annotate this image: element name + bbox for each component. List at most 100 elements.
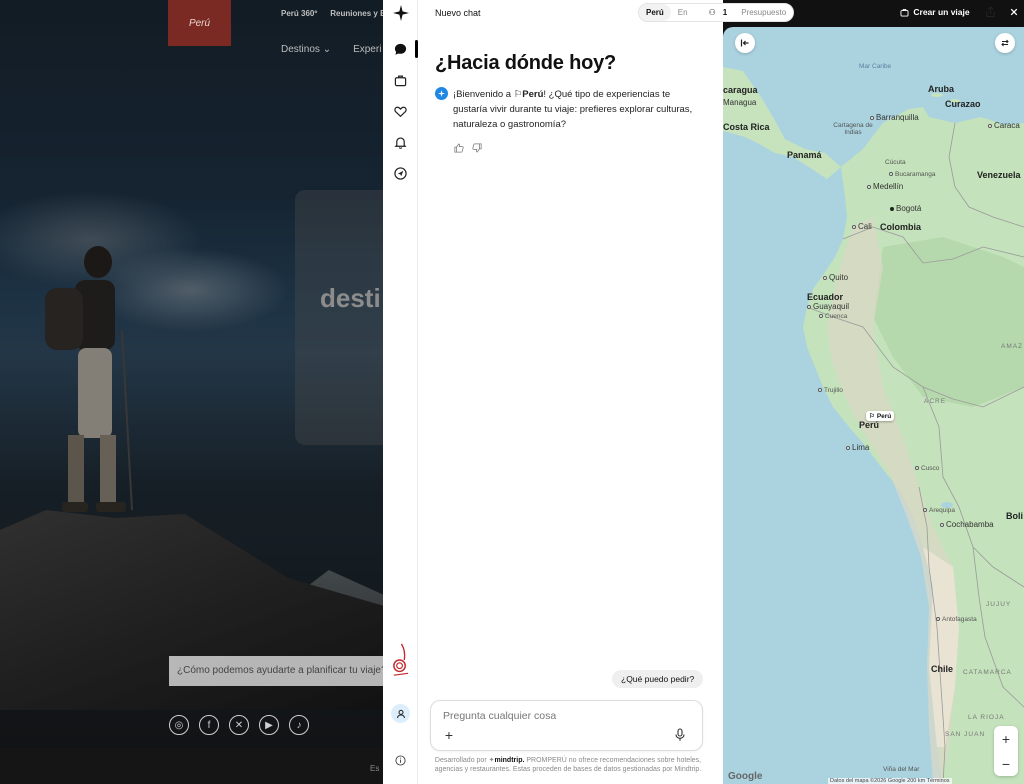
city-dot <box>889 172 893 177</box>
map-pin-peru[interactable]: ⚐ Perú <box>866 411 895 421</box>
city-dot <box>867 184 871 189</box>
add-attachment-button[interactable]: + <box>441 727 457 743</box>
dates-pill[interactable]: En <box>671 4 695 21</box>
info-icon[interactable] <box>391 751 410 770</box>
suitcase-icon[interactable] <box>391 71 410 90</box>
destination-pill[interactable]: Perú <box>639 4 671 21</box>
thumbs-up-icon[interactable] <box>454 140 464 158</box>
map-label-acre: ACRE <box>924 398 947 405</box>
collapse-left-icon <box>740 39 749 47</box>
collapse-map-button[interactable] <box>735 33 755 53</box>
map-label-ecuador: Ecuador <box>807 292 844 302</box>
avatar[interactable] <box>391 704 410 723</box>
tiktok-icon[interactable]: ♪ <box>289 715 309 735</box>
map-attribution[interactable]: Datos del mapa ©2026 Google 200 km Térmi… <box>828 778 952 784</box>
page-title: ¿Hacia dónde hoy? <box>435 52 617 74</box>
mindtrip-brand[interactable]: mindtrip. <box>494 757 524 764</box>
facebook-icon[interactable]: f <box>199 715 219 735</box>
zoom-out-button[interactable]: − <box>994 751 1018 776</box>
city-dot <box>846 445 850 450</box>
map-label-cochabamba: Cochabamba <box>940 520 994 529</box>
bell-icon[interactable] <box>391 133 410 152</box>
nav-destinations[interactable]: Destinos ⌄ <box>281 44 331 55</box>
map-label-jujuy: JUJUY <box>986 601 1012 608</box>
assistant-message: ¡Bienvenido a ⚐Perú! ¿Qué tipo de experi… <box>435 87 705 132</box>
map-label-vina-del-mar: Viña del Mar <box>883 766 920 773</box>
map-label-la-rioja: LA RIOJA <box>968 714 1005 721</box>
zoom-controls: + − <box>994 726 1018 776</box>
message-place-link[interactable]: Perú <box>522 89 543 100</box>
city-dot <box>852 224 856 229</box>
site-logo[interactable]: Perú <box>168 0 231 46</box>
thumbs-down-icon[interactable] <box>472 140 482 158</box>
flag-icon: ⚐ <box>869 413 875 420</box>
chat-icon[interactable] <box>391 40 410 59</box>
map-label-cusco: Cusco <box>915 465 939 472</box>
map-label-costa-rica: Costa Rica <box>723 122 770 132</box>
caracas-text: Caraca <box>994 121 1020 130</box>
heart-icon[interactable] <box>391 102 410 121</box>
guayaquil-text: Guayaquil <box>813 302 850 311</box>
quito-text: Quito <box>829 273 849 282</box>
nav-meetings[interactable]: Reuniones y E <box>330 9 384 18</box>
trip-filter-pills: Perú En ⚇ 1 Presupuesto <box>638 3 795 22</box>
city-dot <box>940 522 944 527</box>
nav-experiences[interactable]: Experi <box>353 44 381 55</box>
map-label-curazao: Curazao <box>945 99 981 109</box>
map-label-caracas: Caraca <box>988 121 1020 130</box>
chat-panel: Nuevo chat ¿Hacia dónde hoy? ¡Bienvenido… <box>418 0 723 784</box>
map-settings-button[interactable] <box>995 33 1015 53</box>
plus-icon: + <box>444 727 454 743</box>
youtube-icon[interactable]: ▶ <box>259 715 279 735</box>
bogota-text: Bogotá <box>896 204 922 213</box>
microphone-icon[interactable] <box>674 728 688 742</box>
sparkle-icon[interactable] <box>391 3 410 22</box>
x-icon[interactable]: ✕ <box>229 715 249 735</box>
city-dot <box>807 304 811 309</box>
map-label-chile: Chile <box>931 664 954 674</box>
nav-destinations-label: Destinos <box>281 44 320 55</box>
chevron-down-icon: ⌄ <box>322 44 332 55</box>
google-logo: Google <box>728 771 763 782</box>
disclaimer: Desarrollado por ✦mindtrip. PROMPERÚ no … <box>433 756 703 774</box>
map-label-cucuta: Cúcuta <box>885 159 906 166</box>
nav-peru-360[interactable]: Perú 360º <box>281 9 317 18</box>
close-button[interactable] <box>1005 3 1023 21</box>
map-label-aruba: Aruba <box>928 84 955 94</box>
city-dot <box>823 275 827 280</box>
suggestion-chip[interactable]: ¿Qué puedo pedir? <box>612 670 704 688</box>
chat-input[interactable] <box>443 709 683 723</box>
map-pin-label: Perú <box>876 412 892 420</box>
site-search-prompt[interactable]: ¿Cómo podemos ayudarte a planificar tu v… <box>169 656 384 686</box>
cochabamba-text: Cochabamba <box>946 520 994 529</box>
city-dot <box>870 115 874 120</box>
budget-pill[interactable]: Presupuesto <box>734 4 793 21</box>
city-dot <box>818 388 822 393</box>
chat-title[interactable]: Nuevo chat <box>435 8 481 18</box>
background-website: desti Perú Perú 360º Reuniones y E Desti… <box>0 0 384 784</box>
city-dot <box>923 508 927 513</box>
bucaramanga-text: Bucaramanga <box>895 171 936 178</box>
instagram-icon[interactable]: ◎ <box>169 715 189 735</box>
map-label-panama: Panamá <box>787 150 822 160</box>
map-label-antofagasta: Antofagasta <box>936 616 977 623</box>
suitcase-plus-icon <box>900 8 909 16</box>
map-view[interactable]: Mar Caribe caragua Managua Costa Rica Ar… <box>723 27 1024 784</box>
zoom-in-button[interactable]: + <box>994 726 1018 751</box>
peru-logo-vertical <box>391 640 410 680</box>
map-label-bogota: Bogotá <box>890 204 921 213</box>
icon-rail <box>383 0 418 784</box>
map-label-arequipa: Arequipa <box>923 507 955 514</box>
create-trip-button[interactable]: Crear un viaje <box>893 2 977 22</box>
map-label-cuenca: Cuenca <box>819 313 847 320</box>
social-links: ◎ f ✕ ▶ ♪ <box>169 715 309 735</box>
share-icon[interactable] <box>981 3 999 21</box>
person-icon: ⚇ <box>708 8 716 17</box>
assistant-sparkle-icon <box>435 87 448 100</box>
map-label-peru: Perú <box>859 420 880 430</box>
close-icon <box>1010 8 1018 16</box>
travelers-pill[interactable]: ⚇ 1 <box>695 4 735 21</box>
send-icon[interactable] <box>391 164 410 183</box>
map-label-lima: Lima <box>846 443 869 452</box>
swap-arrows-icon <box>1001 39 1009 47</box>
